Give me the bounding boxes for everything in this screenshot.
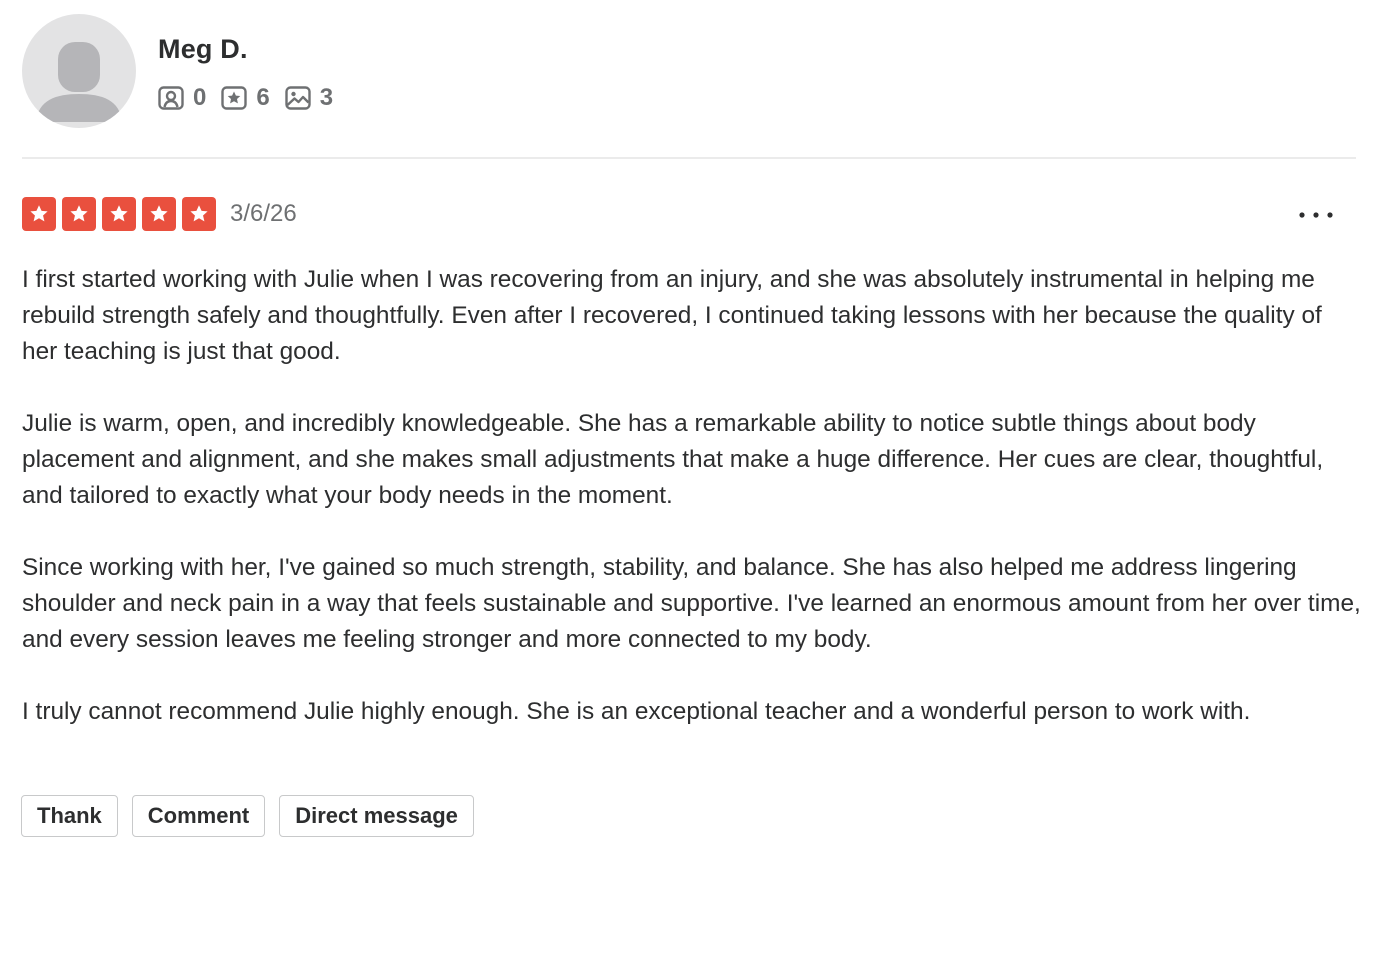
review-paragraph: I first started working with Julie when … [22,266,1322,365]
more-options-icon [1299,212,1333,218]
friends-count: 0 [193,84,207,111]
review-paragraph: Since working with her, I've gained so m… [22,554,1361,653]
direct-message-button[interactable]: Direct message [279,795,474,837]
review-text: I first started working with Julie when … [22,262,1362,730]
reviewer-name[interactable]: Meg D. [158,34,248,65]
comment-button[interactable]: Comment [131,795,266,837]
rating-star-1 [22,197,56,231]
header-divider [22,157,1356,159]
star-icon [30,205,48,222]
rating-star-4 [142,197,176,231]
default-user-avatar-icon [36,42,122,122]
reviewer-stats: 0 6 3 [158,84,348,112]
more-options-button[interactable] [1294,203,1338,227]
reviews-star-icon [221,86,248,110]
review-paragraph: Julie is warm, open, and incredibly know… [22,410,1324,509]
reviews-stat: 6 [221,84,270,112]
star-icon [110,205,128,222]
star-icon [70,205,88,222]
photos-icon [285,86,311,110]
review-date: 3/6/26 [230,200,297,227]
photos-stat: 3 [285,84,333,112]
star-icon [190,205,208,222]
friends-icon [158,86,184,110]
rating-star-3 [102,197,136,231]
friends-stat: 0 [158,84,206,112]
reviews-count: 6 [256,84,270,111]
star-icon [150,205,168,222]
star-rating [22,197,216,231]
photos-count: 3 [319,84,334,111]
thank-button[interactable]: Thank [21,795,118,837]
user-avatar[interactable] [22,14,136,128]
review-paragraph: I truly cannot recommend Julie highly en… [22,698,1251,725]
rating-star-2 [62,197,96,231]
review-actions: Thank Comment Direct message [21,795,488,837]
rating-star-5 [182,197,216,231]
